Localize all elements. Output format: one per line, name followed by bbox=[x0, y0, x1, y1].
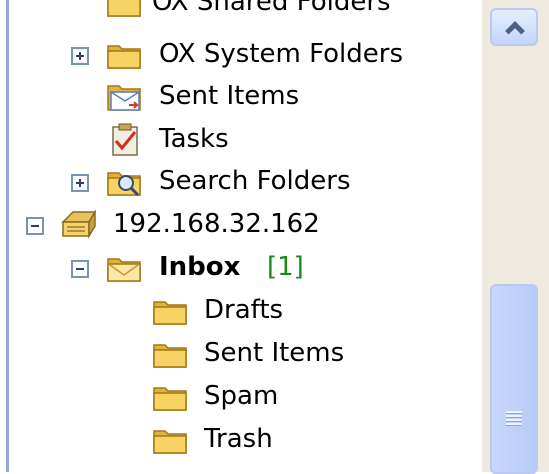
expand-icon[interactable] bbox=[71, 174, 89, 192]
tree-item-label: Tasks bbox=[159, 124, 229, 154]
tree-item-mailbox-192-168-32-162[interactable]: 192.168.32.162 bbox=[9, 206, 469, 246]
tree-item-tasks[interactable]: Tasks bbox=[9, 121, 469, 161]
tree-item-spam[interactable]: Spam bbox=[9, 378, 469, 418]
tree-item-inbox-sent-items[interactable]: Sent Items bbox=[9, 335, 469, 375]
grip-icon bbox=[506, 411, 522, 426]
tree-item-label: Inbox bbox=[159, 252, 241, 282]
expand-icon[interactable] bbox=[71, 47, 89, 65]
folder-icon bbox=[153, 344, 187, 368]
folder-icon bbox=[107, 45, 141, 69]
collapse-icon[interactable] bbox=[71, 260, 89, 278]
tree-item-drafts[interactable]: Drafts bbox=[9, 292, 469, 332]
scroll-thumb[interactable] bbox=[490, 284, 538, 474]
scroll-up-button[interactable] bbox=[490, 8, 538, 46]
sent-items-icon bbox=[107, 85, 141, 111]
folder-icon bbox=[153, 430, 187, 454]
mailbox-icon bbox=[61, 209, 97, 239]
pane-border bbox=[0, 0, 9, 472]
tree-item-sent-items[interactable]: Sent Items bbox=[9, 78, 469, 118]
tree-item-ox-shared-folders[interactable]: OX Shared Folders bbox=[9, 0, 469, 24]
search-folder-icon bbox=[107, 172, 141, 197]
tree-item-label: Trash bbox=[204, 424, 273, 454]
inbox-icon bbox=[107, 258, 141, 282]
tasks-icon bbox=[112, 123, 138, 156]
tree-item-ox-system-folders[interactable]: OX System Folders bbox=[9, 36, 469, 76]
tree-item-label: Drafts bbox=[204, 295, 284, 325]
vertical-scrollbar[interactable] bbox=[482, 0, 549, 474]
folder-icon bbox=[107, 0, 141, 17]
unread-count-badge: [1] bbox=[267, 252, 304, 282]
tree-item-label: Search Folders bbox=[159, 166, 351, 196]
tree-item-inbox[interactable]: Inbox [1] bbox=[9, 249, 469, 289]
tree-item-trash[interactable]: Trash bbox=[9, 421, 469, 461]
tree-item-label: Sent Items bbox=[204, 338, 345, 368]
collapse-icon[interactable] bbox=[26, 217, 44, 235]
tree-item-label: Sent Items bbox=[159, 81, 300, 111]
tree-item-label: 192.168.32.162 bbox=[113, 209, 320, 239]
tree-item-search-folders[interactable]: Search Folders bbox=[9, 163, 469, 203]
tree-item-label: OX System Folders bbox=[159, 39, 403, 69]
folder-icon bbox=[153, 301, 187, 325]
folder-icon bbox=[153, 387, 187, 411]
folder-tree: OX Shared Folders OX System Folders Sent… bbox=[9, 0, 479, 472]
tree-item-label: Spam bbox=[204, 381, 279, 411]
tree-item-label: OX Shared Folders bbox=[152, 0, 391, 17]
